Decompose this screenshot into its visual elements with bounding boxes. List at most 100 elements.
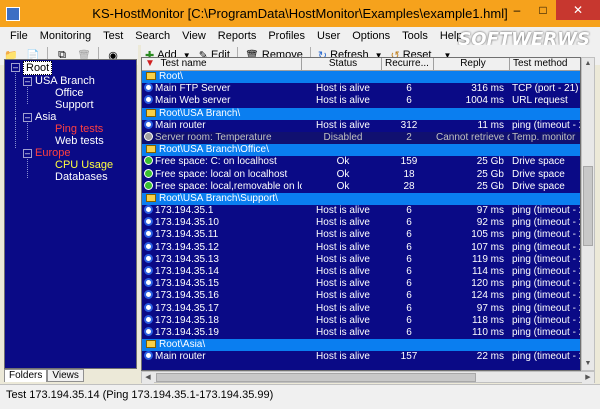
table-row[interactable]: 173.194.35.10 Host is alive 6 92 ms ping (ti… [142, 217, 580, 229]
tab-folders[interactable]: Folders [4, 369, 48, 382]
cell-method: ping (timeout - 2000 [512, 326, 580, 338]
status-blue-icon [144, 278, 153, 288]
table-row[interactable]: 173.194.35.14 Host is alive 6 114 ms ping (t… [142, 266, 580, 278]
cell-method: ping (timeout - 2000 [512, 217, 580, 229]
table-row[interactable]: 173.194.35.12 Host is alive 6 107 ms ping (t… [142, 241, 580, 254]
cell-name: Main FTP Server [155, 83, 231, 95]
status-blue-icon [144, 290, 153, 300]
table-row[interactable]: Main Web server Host is alive 6 1004 ms URL … [142, 95, 580, 107]
collapse-asia-icon[interactable]: – [23, 113, 32, 122]
cell-reply: 316 ms [471, 83, 504, 95]
tree-node-asia[interactable]: Asia [35, 111, 56, 123]
table-row[interactable]: Main FTP Server Host is alive 6 316 ms TCP (… [142, 83, 580, 95]
menu-test[interactable]: Test [97, 30, 129, 42]
table-row[interactable]: 173.194.35.11 Host is alive 6 105 ms ping (t… [142, 229, 580, 241]
folder-row[interactable]: Root\Asia\ [142, 339, 580, 352]
cell-name: 173.194.35.15 [155, 278, 219, 290]
table-row[interactable]: 173.194.35.1 Host is alive 6 97 ms ping (tim… [142, 205, 580, 217]
folder-path: Root\USA Branch\Office\ [159, 144, 269, 156]
menu-profiles[interactable]: Profiles [262, 30, 311, 42]
menu-monitoring[interactable]: Monitoring [34, 30, 97, 42]
folder-row[interactable]: Root\USA Branch\Support\ [142, 192, 580, 206]
menu-view[interactable]: View [176, 30, 212, 42]
folder-path: Root\USA Branch\Support\ [159, 192, 278, 204]
close-button[interactable]: ✕ [556, 0, 600, 20]
cell-recur: 6 [406, 278, 412, 290]
menu-file[interactable]: File [4, 30, 34, 42]
tree-node-europe[interactable]: Europe [35, 147, 70, 159]
column-header-reply[interactable]: Reply [434, 58, 510, 71]
column-header-status[interactable]: Status [302, 58, 382, 71]
cell-recur: 6 [406, 229, 412, 241]
scroll-right-icon[interactable]: ▶ [582, 372, 594, 384]
menu-tools[interactable]: Tools [396, 30, 434, 42]
cell-name: Free space: local on localhost [155, 168, 288, 180]
table-row[interactable]: 173.194.35.16 Host is alive 6 124 ms ping (t… [142, 290, 580, 302]
cell-status: Host is alive [316, 302, 370, 314]
tree-node-cpu-usage[interactable]: CPU Usage [55, 159, 113, 171]
cell-reply: 97 ms [476, 205, 504, 217]
table-row[interactable]: 173.194.35.13 Host is alive 6 119 ms ping (t… [142, 253, 580, 266]
cell-reply: 124 ms [471, 290, 504, 302]
cell-method: ping (timeout - 2000 [512, 351, 580, 363]
cell-name: 173.194.35.11 [155, 229, 219, 241]
tree-node-usa-branch[interactable]: USA Branch [35, 75, 95, 87]
scroll-down-icon[interactable]: ▼ [582, 358, 594, 370]
minimize-button[interactable]: – [504, 0, 530, 20]
status-blue-icon [144, 314, 153, 324]
scroll-thumb[interactable] [583, 166, 593, 246]
status-blue-icon [144, 351, 153, 361]
cell-reply: 25 Gb [476, 156, 504, 168]
tab-views[interactable]: Views [47, 369, 84, 382]
tree-node-root[interactable]: Root [23, 61, 53, 75]
column-header-recurrences[interactable]: Recurre... [382, 58, 434, 71]
table-row[interactable]: 173.194.35.18 Host is alive 6 118 ms ping (t… [142, 314, 580, 327]
cell-status: Host is alive [316, 241, 370, 253]
table-row[interactable]: Main router Host is alive 312 11 ms ping (ti… [142, 119, 580, 132]
horizontal-scrollbar[interactable]: ◀ ▶ [141, 371, 595, 384]
collapse-europe-icon[interactable]: – [23, 149, 32, 158]
folder-tree[interactable]: – Root – USA Branch Office Support – Asi… [4, 59, 137, 369]
menu-user[interactable]: User [311, 30, 346, 42]
cell-recur: 6 [406, 326, 412, 338]
cell-reply: 25 Gb [476, 168, 504, 180]
cell-reply: 119 ms [471, 253, 504, 265]
scroll-left-icon[interactable]: ◀ [142, 372, 154, 384]
menu-search[interactable]: Search [129, 30, 176, 42]
column-header-test-method[interactable]: Test method [510, 58, 580, 71]
maximize-button[interactable]: □ [530, 0, 556, 20]
cell-status: Host is alive [316, 314, 370, 326]
tree-node-web-tests[interactable]: Web tests [55, 135, 104, 147]
column-header-test-name[interactable]: ▼ Test name [142, 58, 302, 71]
table-row[interactable]: 173.194.35.15 Host is alive 6 120 ms ping (t… [142, 278, 580, 290]
tree-node-ping-tests[interactable]: Ping tests [55, 123, 103, 135]
folder-path: Root\ [159, 71, 183, 82]
status-blue-icon [144, 95, 153, 105]
table-row[interactable]: Main router Host is alive 157 22 ms ping (ti… [142, 351, 580, 363]
collapse-usa-icon[interactable]: – [23, 77, 32, 86]
table-row[interactable]: Server room: Temperature Disabled 2 Cannot … [142, 131, 580, 145]
tree-node-databases[interactable]: Databases [55, 171, 108, 183]
menu-options[interactable]: Options [346, 30, 396, 42]
horizontal-scroll-thumb[interactable] [156, 373, 476, 382]
test-rows: Root\ Main FTP Server Host is alive 6 316 ms… [142, 71, 580, 364]
vertical-scrollbar[interactable]: ▲ ▼ [581, 57, 595, 371]
folder-row[interactable]: Root\USA Branch\Office\ [142, 144, 580, 157]
folder-row[interactable]: Root\USA Branch\ [142, 107, 580, 120]
collapse-root-icon[interactable]: – [11, 63, 20, 72]
folder-icon [146, 108, 156, 117]
table-row[interactable]: 173.194.35.19 Host is alive 6 110 ms ping (t… [142, 326, 580, 339]
scroll-up-icon[interactable]: ▲ [582, 58, 594, 70]
tree-node-support[interactable]: Support [55, 99, 94, 111]
cell-reply: 11 ms [477, 119, 505, 131]
table-row[interactable]: Free space: local on localhost Ok 18 25 Gb D… [142, 168, 580, 181]
test-list[interactable]: ▼ Test name Status Recurre... Reply Test… [141, 57, 581, 371]
table-row[interactable]: Free space: C: on localhost Ok 159 25 Gb Dri… [142, 156, 580, 168]
table-row[interactable]: 173.194.35.17 Host is alive 6 97 ms ping (ti… [142, 302, 580, 315]
table-row[interactable]: Free space: local,removable on loc... Ok 2… [142, 180, 580, 193]
cell-reply: 1004 ms [465, 95, 504, 107]
folder-row[interactable]: Root\ [142, 71, 580, 84]
tree-node-office[interactable]: Office [55, 87, 84, 99]
menu-reports[interactable]: Reports [212, 30, 263, 42]
cell-recur: 159 [400, 156, 418, 168]
